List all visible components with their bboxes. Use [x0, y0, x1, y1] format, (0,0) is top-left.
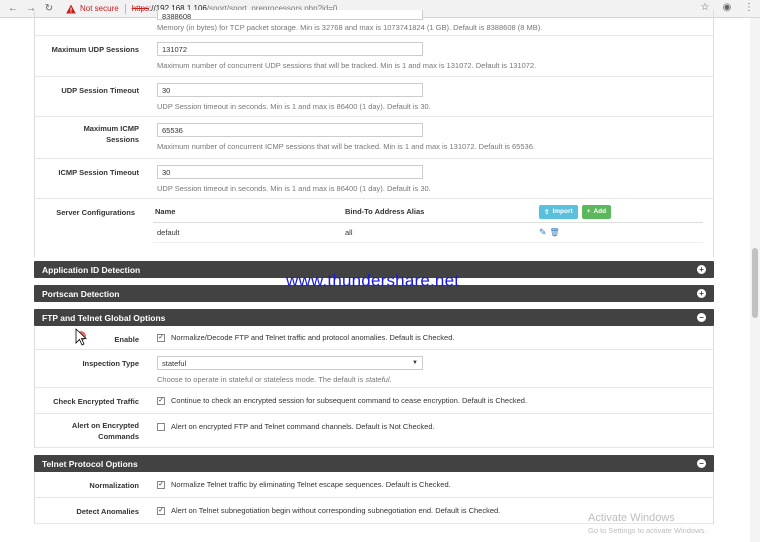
- form-row: Maximum UDP Sessions 131072 Maximum numbe…: [35, 36, 713, 77]
- field-label: Inspection Type: [82, 359, 139, 368]
- help-text: UDP Session timeout in seconds. Min is 1…: [157, 184, 431, 193]
- section-header-ftp-telnet[interactable]: FTP and Telnet Global Options −: [34, 309, 714, 326]
- form-row: 8388608 Memory (in bytes) for TCP packet…: [35, 10, 713, 36]
- checkbox-label: Normalize Telnet traffic by eliminating …: [171, 480, 451, 489]
- server-config-table: Name Bind-To Address Alias ⇧ Import + Add …: [153, 201, 703, 243]
- max-udp-sessions-input[interactable]: 131072: [157, 42, 423, 56]
- menu-kebab-icon[interactable]: ⋮: [742, 2, 756, 13]
- form-row: Inspection Type stateful ▼ Choose to oper…: [35, 350, 713, 388]
- icmp-timeout-input[interactable]: 30: [157, 165, 423, 179]
- watermark-text: www.thundershare.net: [286, 271, 460, 290]
- help-text: Choose to operate in stateful or statele…: [157, 375, 392, 384]
- form-row: Normalization ✓ Normalize Telnet traffic …: [35, 472, 713, 498]
- field-label: Enable: [114, 335, 139, 344]
- field-label: ICMP Session Timeout: [58, 168, 139, 177]
- form-row: Maximum ICMP Sessions 65536 Maximum numbe…: [35, 117, 713, 159]
- form-row: Alert on Encrypted Commands Alert on enc…: [35, 414, 713, 448]
- field-label: Maximum ICMP Sessions: [83, 124, 139, 144]
- help-text: Memory (in bytes) for TCP packet storage…: [157, 23, 543, 32]
- expand-plus-icon[interactable]: +: [697, 265, 706, 274]
- form-row: Enable ✓ Normalize/Decode FTP and Telnet …: [35, 326, 713, 350]
- add-button[interactable]: + Add: [581, 204, 612, 219]
- form-row: ICMP Session Timeout 30 UDP Session timeo…: [35, 159, 713, 199]
- trash-icon[interactable]: 🗑: [550, 228, 560, 237]
- column-header-alias: Bind-To Address Alias: [345, 207, 425, 216]
- windows-activation-notice: Activate Windows Go to Settings to activ…: [588, 512, 707, 535]
- edit-pencil-icon[interactable]: ✎: [539, 227, 547, 238]
- form-row: Check Encrypted Traffic ✓ Continue to che…: [35, 388, 713, 414]
- settings-panel-top: 8388608 Memory (in bytes) for TCP packet…: [34, 10, 714, 257]
- account-icon[interactable]: ◉: [720, 2, 734, 13]
- field-label: Maximum UDP Sessions: [51, 45, 139, 54]
- help-text: Maximum number of concurrent UDP session…: [157, 61, 537, 70]
- mouse-cursor-icon: [75, 328, 88, 346]
- checkbox-label: Normalize/Decode FTP and Telnet traffic …: [171, 333, 455, 342]
- section-header-telnet[interactable]: Telnet Protocol Options −: [34, 455, 714, 472]
- checkbox-label: Continue to check an encrypted session f…: [171, 396, 528, 405]
- import-button[interactable]: ⇧ Import: [539, 204, 578, 219]
- checkbox-label: Alert on Telnet subnegotiation begin wit…: [171, 506, 501, 515]
- upload-icon: ⇧: [544, 208, 550, 216]
- field-label: Check Encrypted Traffic: [53, 397, 139, 406]
- form-row: UDP Session Timeout 30 UDP Session timeou…: [35, 77, 713, 117]
- udp-timeout-input[interactable]: 30: [157, 83, 423, 97]
- inspection-type-select[interactable]: stateful ▼: [157, 356, 423, 370]
- help-text: UDP Session timeout in seconds. Min is 1…: [157, 102, 431, 111]
- max-icmp-sessions-input[interactable]: 65536: [157, 123, 423, 137]
- alert-encrypted-checkbox[interactable]: [157, 422, 165, 431]
- expand-plus-icon[interactable]: +: [697, 289, 706, 298]
- collapse-minus-icon[interactable]: −: [697, 459, 706, 468]
- enable-checkbox[interactable]: ✓: [157, 333, 165, 342]
- back-arrow-icon[interactable]: ←: [6, 2, 20, 16]
- field-label: Normalization: [89, 481, 139, 490]
- server-config-row: Server Configurations Name Bind-To Addre…: [35, 199, 713, 257]
- detect-anomalies-checkbox[interactable]: ✓: [157, 506, 165, 515]
- page-scrollbar[interactable]: [750, 18, 760, 542]
- server-alias: all: [345, 228, 353, 237]
- help-text: Maximum number of concurrent ICMP sessio…: [157, 142, 535, 151]
- plus-icon: +: [586, 208, 591, 215]
- checkbox-label: Alert on encrypted FTP and Telnet comman…: [171, 422, 435, 431]
- server-name: default: [157, 228, 180, 237]
- dropdown-caret-icon: ▼: [412, 360, 418, 366]
- field-label: UDP Session Timeout: [61, 86, 139, 95]
- field-label: Alert on Encrypted Commands: [71, 421, 139, 441]
- column-header-name: Name: [155, 207, 176, 216]
- tcp-memory-input[interactable]: 8388608: [157, 10, 423, 21]
- scrollbar-thumb[interactable]: [752, 248, 758, 318]
- normalization-checkbox[interactable]: ✓: [157, 480, 165, 489]
- ftp-options-panel: Enable ✓ Normalize/Decode FTP and Telnet …: [34, 326, 714, 448]
- collapse-minus-icon[interactable]: −: [697, 313, 706, 322]
- table-header: Name Bind-To Address Alias ⇧ Import + Add: [153, 201, 703, 223]
- check-encrypted-checkbox[interactable]: ✓: [157, 396, 165, 405]
- field-label: Server Configurations: [56, 208, 135, 217]
- field-label: Detect Anomalies: [76, 507, 139, 516]
- table-row: default all ✎ 🗑: [153, 223, 703, 243]
